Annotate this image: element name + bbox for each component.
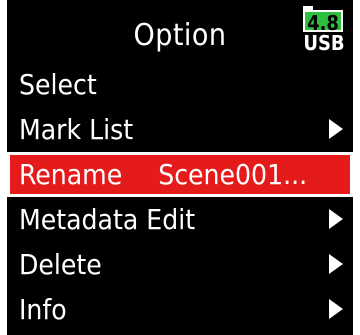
menu-item-value: Scene001... (158, 158, 308, 191)
battery-level: 4.8 (303, 10, 343, 34)
menu-item-label: Delete (19, 248, 102, 281)
menu-item-delete[interactable]: Delete (7, 242, 353, 287)
menu-item-info[interactable]: Info (7, 287, 353, 332)
chevron-right-icon (329, 254, 343, 274)
device-screen: Option 4.8 USB Select Mark List Rename S… (7, 0, 353, 335)
battery-indicator: 4.8 USB (301, 6, 347, 55)
chevron-right-icon (329, 299, 343, 319)
menu-item-label: Select (19, 68, 97, 101)
chevron-right-icon (329, 209, 343, 229)
option-menu: Select Mark List Rename Scene001... Meta… (7, 62, 353, 332)
menu-item-select[interactable]: Select (7, 62, 353, 107)
menu-item-label: Info (19, 293, 67, 326)
chevron-right-icon (329, 119, 343, 139)
menu-item-rename[interactable]: Rename Scene001... (7, 152, 353, 197)
menu-item-label: Rename (19, 158, 123, 191)
menu-item-label: Metadata Edit (19, 203, 196, 236)
header: Option 4.8 USB (7, 0, 353, 62)
menu-item-label: Mark List (19, 113, 134, 146)
menu-item-metadata-edit[interactable]: Metadata Edit (7, 197, 353, 242)
menu-item-mark-list[interactable]: Mark List (7, 107, 353, 152)
power-source-label: USB (303, 31, 345, 55)
